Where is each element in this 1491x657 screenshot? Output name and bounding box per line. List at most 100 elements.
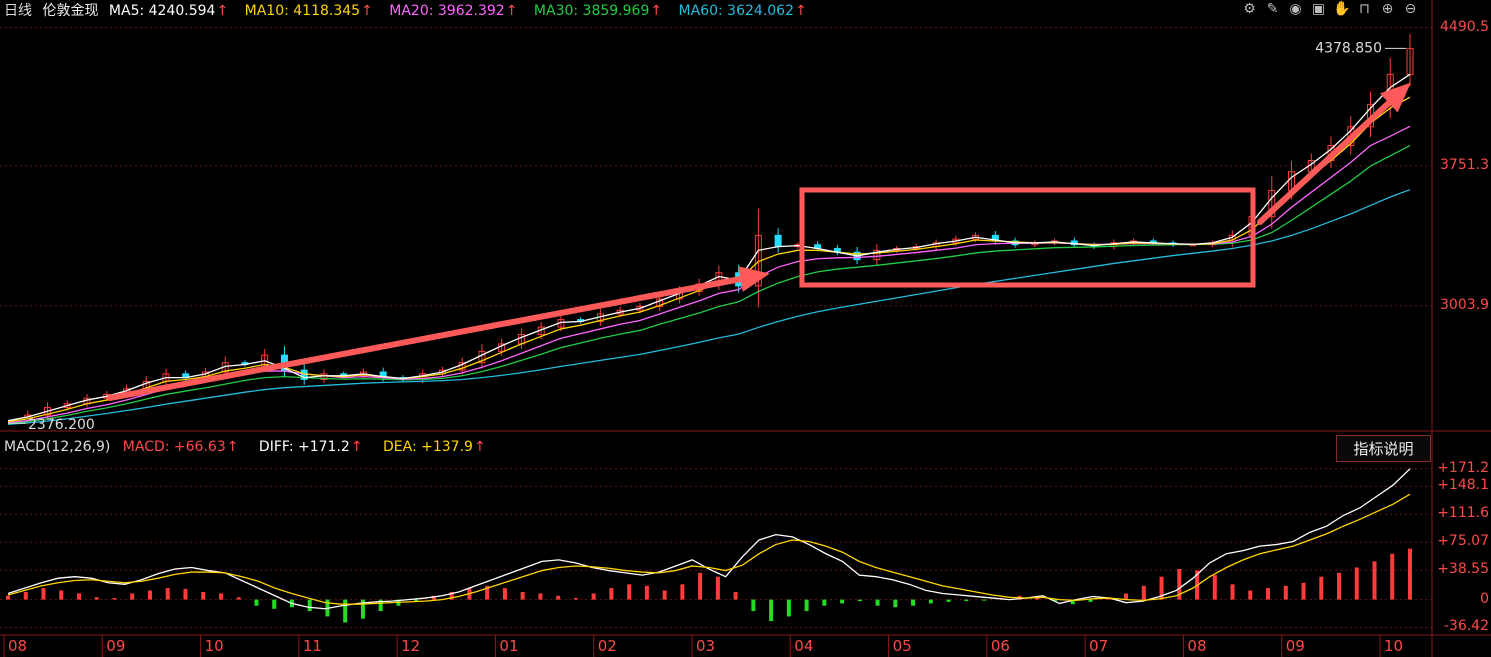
macd-bar: [715, 576, 720, 600]
chart-canvas[interactable]: 4378.850 2376.200: [0, 0, 1491, 657]
diff-value: DIFF: +171.2: [258, 439, 350, 455]
price-tick-label: 4490.5: [1440, 18, 1489, 35]
macd-bar: [41, 588, 46, 600]
eye-icon[interactable]: ◉: [1287, 1, 1304, 18]
macd-bar: [112, 598, 117, 600]
macd-tick-label: +148.1: [1437, 477, 1489, 494]
price-tick-label: 3751.3: [1440, 156, 1489, 173]
macd-bar: [822, 599, 827, 606]
macd-histogram: [6, 548, 1412, 623]
low-price-label: 2376.200: [28, 417, 95, 433]
macd-bar: [502, 588, 507, 600]
hand-icon[interactable]: ✋: [1333, 1, 1350, 18]
macd-bar: [1319, 576, 1324, 600]
macd-bar: [893, 599, 898, 608]
ma10-label: MA10: 4118.345↑: [245, 3, 379, 19]
macd-bar: [343, 599, 348, 623]
macd-bar: [680, 584, 685, 600]
x-tick-label: 07: [1089, 637, 1109, 655]
ma5-line: [7, 73, 1411, 422]
zoom-out-icon[interactable]: ⊖: [1402, 1, 1419, 18]
dea-label: DEA: +137.9↑: [383, 439, 494, 455]
macd-bar: [573, 598, 578, 600]
ma60-arrow-icon: ↑: [795, 3, 807, 19]
macd-bar: [627, 584, 632, 600]
diff-label: DIFF: +171.2↑: [259, 439, 371, 455]
ma-lines: [7, 73, 1411, 426]
ma5-arrow-icon: ↑: [216, 3, 229, 19]
ma60-label: MA60: 3624.062↑: [679, 3, 813, 19]
macd-bar: [236, 597, 241, 600]
macd-bar: [911, 599, 916, 606]
macd-bar: [1124, 593, 1129, 600]
lock-icon[interactable]: ⊓: [1356, 1, 1373, 18]
zoom-in-icon[interactable]: ⊕: [1379, 1, 1396, 18]
macd-bar: [59, 590, 64, 600]
macd-bar: [946, 599, 951, 602]
ma30-value: MA30: 3859.969: [533, 3, 650, 19]
x-tick-label: 10: [1384, 637, 1404, 655]
macd-bar: [201, 591, 206, 600]
diff-arrow-icon: ↑: [350, 439, 363, 455]
macd-bar: [982, 599, 987, 601]
x-tick-label: 04: [794, 637, 814, 655]
macd-bar: [1248, 590, 1253, 600]
macd-bar: [769, 599, 774, 622]
macd-tick-label: +75.07: [1437, 533, 1489, 550]
macd-bar: [751, 599, 756, 612]
macd-bar: [23, 591, 28, 600]
macd-bar: [964, 599, 969, 602]
macd-bar: [733, 591, 738, 600]
ma10-line: [7, 96, 1411, 423]
macd-bar: [804, 599, 809, 612]
macd-bar: [556, 595, 561, 600]
macd-value: MACD: +66.63: [122, 439, 226, 455]
indicator-help-button[interactable]: 指标说明: [1336, 435, 1431, 462]
ma30-label: MA30: 3859.969↑: [534, 3, 668, 19]
period-label[interactable]: 日线: [4, 3, 32, 19]
x-tick-label: 02: [597, 637, 617, 655]
macd-tick-label: 0: [1480, 590, 1489, 607]
macd-bar: [1337, 572, 1342, 600]
toolbar: ⚙ ✎ ◉ ▣ ✋ ⊓ ⊕ ⊖: [1241, 1, 1419, 21]
macd-bar: [786, 599, 791, 617]
ma10-arrow-icon: ↑: [361, 3, 373, 19]
ma20-value: MA20: 3962.392: [389, 3, 505, 19]
macd-bar: [165, 588, 170, 600]
macd-bar: [307, 599, 312, 612]
x-tick-label: 11: [302, 637, 322, 655]
trend-arrow-1-shaft: [107, 272, 765, 401]
ma10-value: MA10: 4118.345: [244, 3, 361, 19]
macd-name[interactable]: MACD(12,26,9): [4, 439, 110, 455]
dea-value: DEA: +137.9: [383, 439, 473, 455]
macd-bar: [1141, 585, 1146, 600]
macd-bar: [1230, 584, 1235, 600]
symbol-label: 伦敦金现: [42, 3, 99, 19]
dea-line: [7, 493, 1411, 605]
macd-lines: [7, 468, 1411, 610]
ma60-value: MA60: 3624.062: [678, 3, 794, 19]
macd-bar: [6, 595, 10, 600]
macd-bar: [1408, 548, 1412, 600]
gear-icon[interactable]: ⚙: [1241, 1, 1258, 18]
macd-bar: [875, 599, 880, 606]
macd-bar: [1390, 553, 1395, 600]
consolidation-box: [799, 187, 1256, 288]
x-tick-label: 09: [1285, 637, 1305, 655]
macd-bar: [183, 588, 188, 600]
ma5-label: MA5: 4240.594↑: [109, 3, 234, 19]
macd-bar: [928, 599, 933, 604]
pencil-icon[interactable]: ✎: [1264, 1, 1281, 18]
macd-bar: [254, 599, 259, 606]
macd-bar: [644, 585, 649, 600]
briefcase-icon[interactable]: ▣: [1310, 1, 1327, 18]
macd-arrow-icon: ↑: [226, 439, 239, 455]
macd-bar: [1283, 585, 1288, 600]
macd-bar: [698, 572, 703, 600]
high-price-label: 4378.850: [1315, 40, 1382, 56]
macd-value-label: MACD: +66.63↑: [123, 439, 247, 455]
diff-line: [7, 468, 1411, 610]
ma5-value: MA5: 4240.594: [108, 3, 216, 19]
macd-tick-label: +38.55: [1437, 561, 1489, 578]
macd-bar: [218, 593, 223, 600]
